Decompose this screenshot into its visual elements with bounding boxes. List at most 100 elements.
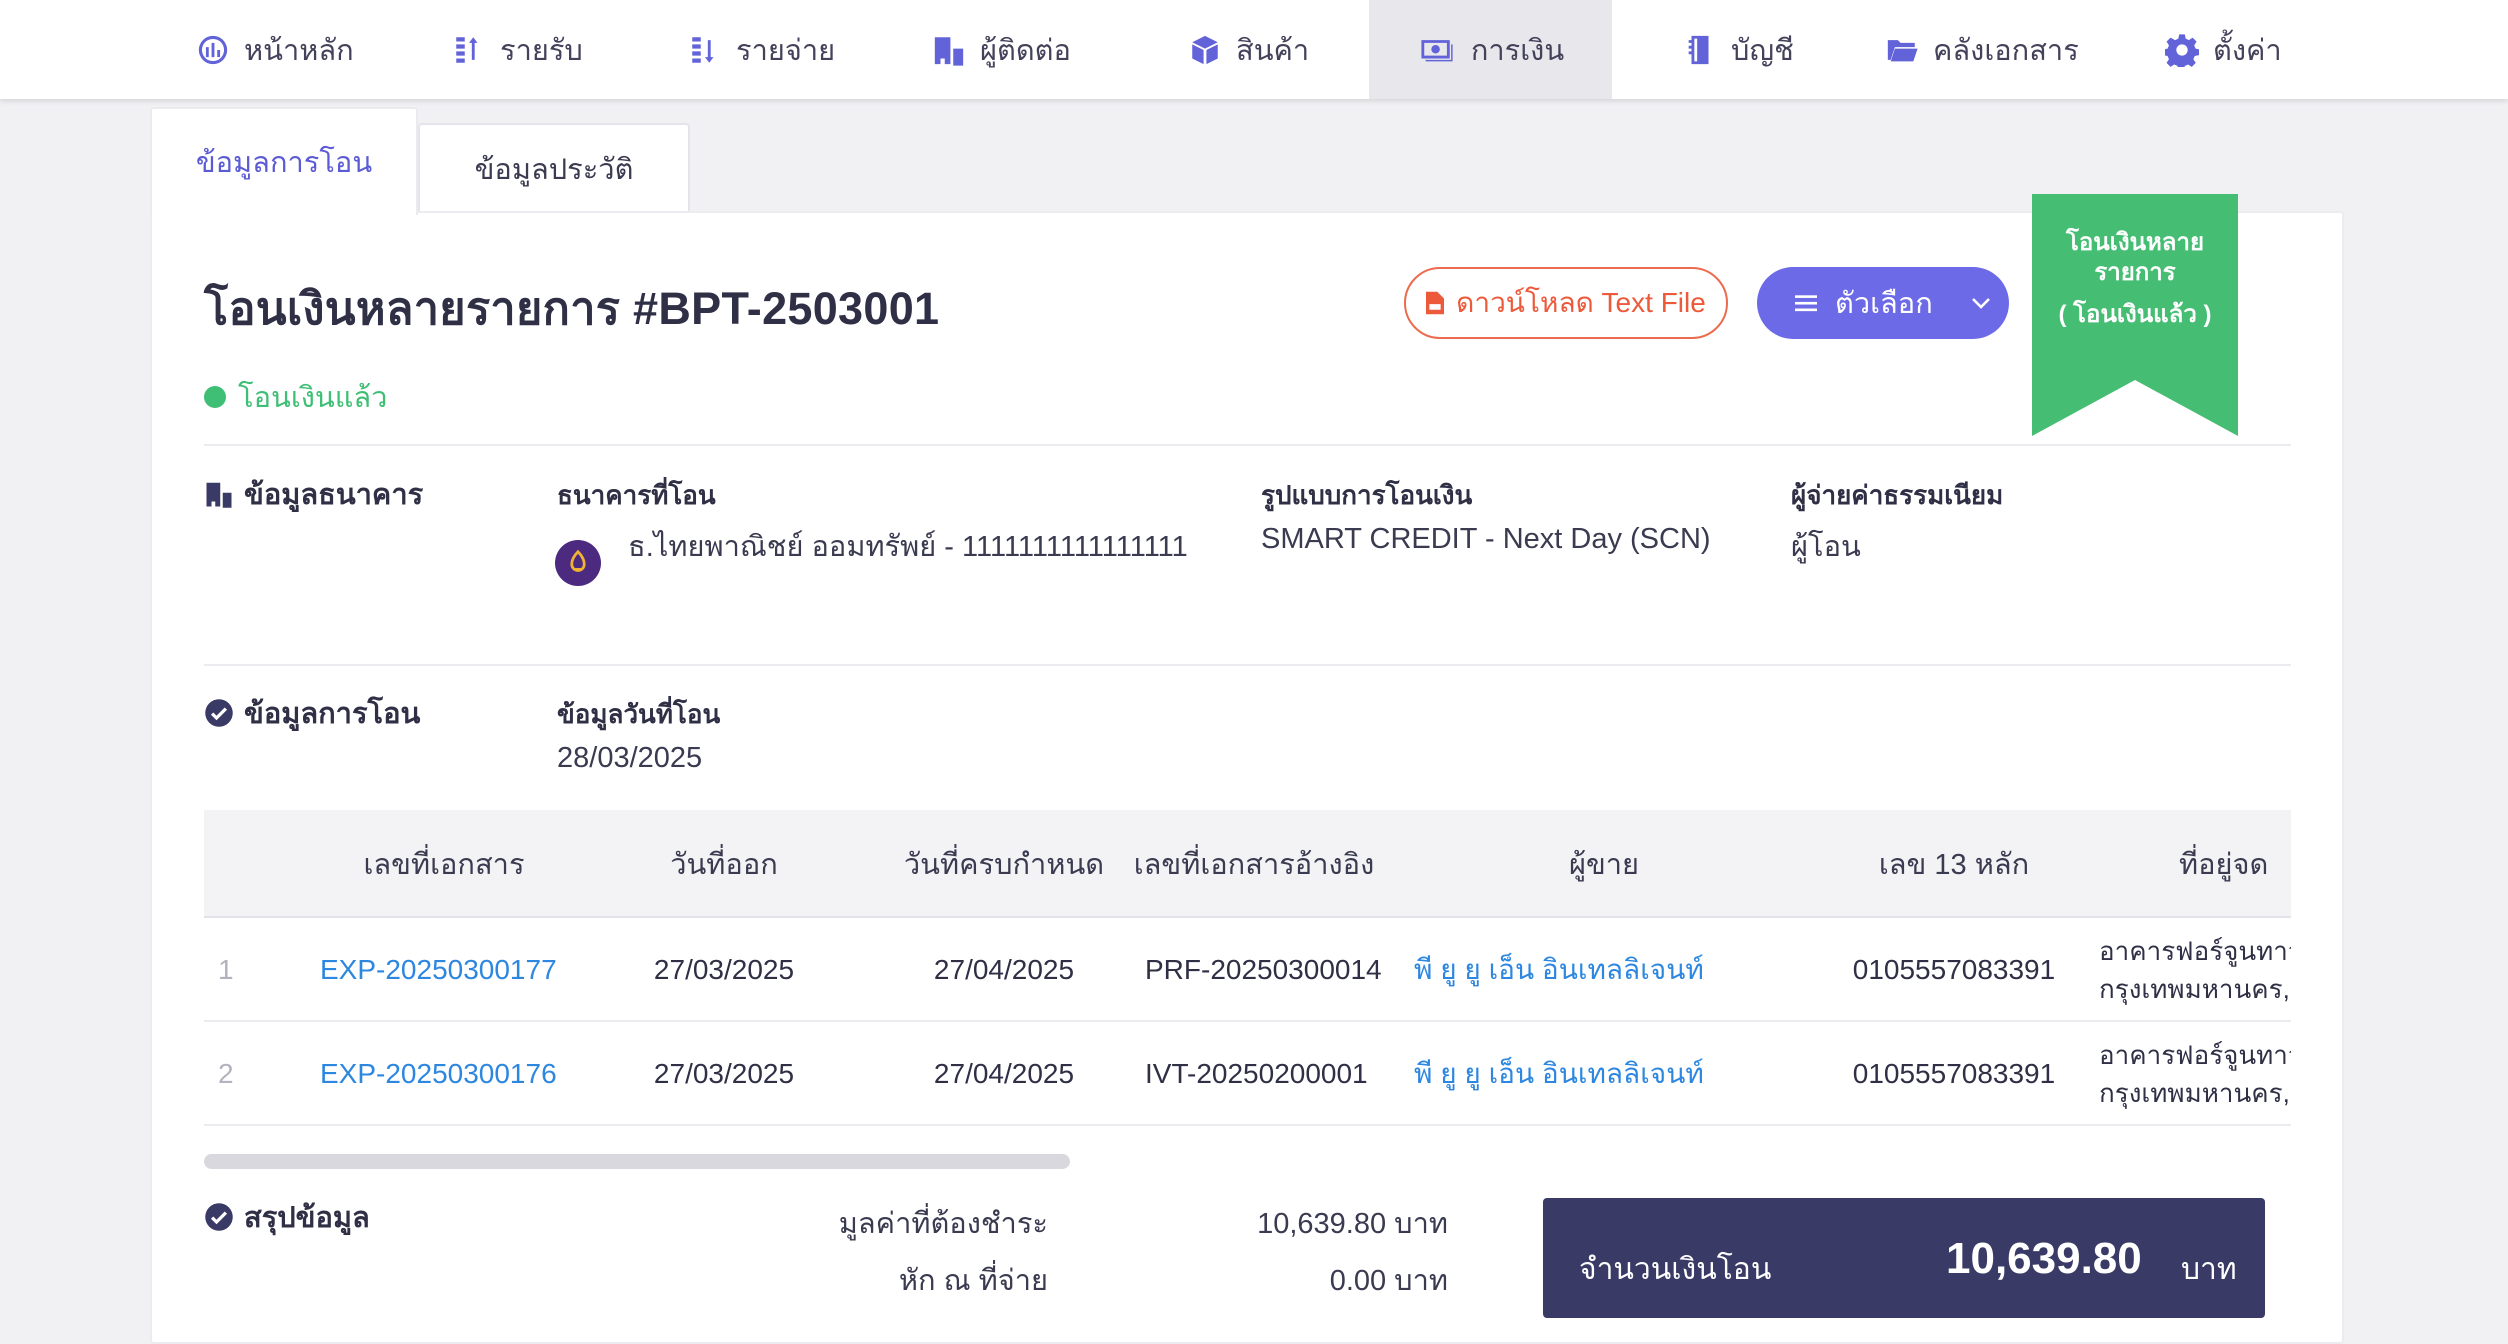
tab-label: ข้อมูลการโอน (195, 147, 373, 179)
address-line-1: อาคารฟอร์จูนทาวน์ (2099, 936, 2291, 966)
tab-history[interactable]: ข้อมูลประวัติ (418, 123, 690, 213)
address-line-2: กรุงเทพมหานคร, 1 (2099, 1078, 2291, 1108)
withholding-label: หัก ณ ที่จ่าย (898, 1265, 1048, 1297)
download-text-file-button[interactable]: ดาวน์โหลด Text File (1404, 267, 1728, 339)
menu-lines-icon (1795, 295, 1817, 312)
tab-transfer-info[interactable]: ข้อมูลการโอน (150, 107, 418, 215)
column-header-issue-date[interactable]: วันที่ออก (624, 810, 824, 918)
column-header-tax-id[interactable]: เลข 13 หลัก (1854, 810, 2054, 918)
status-dot (204, 386, 226, 408)
text-file-icon (1426, 291, 1445, 315)
top-navigation: หน้าหลัก รายรับ รายจ่าย ผู้ติดต่อ สินค้า… (0, 0, 2508, 99)
summary-section-title: สรุปข้อมูล (204, 1194, 370, 1240)
transfer-total-box: จำนวนเงินโอน 10,639.80 บาท (1543, 1198, 2265, 1318)
tab-label: ข้อมูลประวัติ (474, 154, 634, 186)
column-header-doc-no[interactable]: เลขที่เอกสาร (324, 810, 564, 918)
vendor-link[interactable]: พี ยู ยู เอ็น อินเทลลิเจนท์ (1414, 918, 1704, 1022)
nav-item-products[interactable]: สินค้า (1188, 0, 1309, 99)
total-value: 10,639.80 (1946, 1234, 2142, 1283)
document-link[interactable]: EXP-20250300176 (320, 1022, 557, 1126)
section-title-text: สรุปข้อมูล (244, 1202, 370, 1234)
tax-id: 0105557083391 (1852, 1058, 2056, 1089)
dashboard-icon (198, 35, 228, 64)
nav-label: ผู้ติดต่อ (980, 34, 1071, 67)
gear-icon (2165, 33, 2199, 67)
scb-bank-logo-icon (555, 540, 601, 586)
contacts-icon (934, 36, 964, 66)
nav-item-accounting[interactable]: บัญชี (1683, 0, 1794, 99)
divider (204, 444, 2291, 446)
nav-item-finance[interactable]: การเงิน (1369, 0, 1612, 99)
table-row: 1 EXP-20250300177 27/03/2025 27/04/2025 … (204, 918, 2291, 1022)
fee-payer-label: ผู้จ่ายค่าธรรมเนียม (1791, 480, 2004, 510)
table-header: เลขที่เอกสาร วันที่ออก วันที่ครบกำหนด เล… (204, 810, 2291, 918)
column-header-vendor[interactable]: ผู้ขาย (1504, 810, 1704, 918)
check-circle-icon (205, 699, 233, 727)
check-circle-icon (205, 1203, 233, 1231)
withholding-value: 0.00 บาท (1329, 1265, 1448, 1297)
status-ribbon: โอนเงินหลาย รายการ ( โอนเงินแล้ว ) (2032, 194, 2238, 436)
nav-item-expense[interactable]: รายจ่าย (688, 0, 835, 99)
tax-id: 0105557083391 (1852, 954, 2056, 985)
nav-item-documents[interactable]: คลังเอกสาร (1885, 0, 2079, 99)
download-label: ดาวน์โหลด Text File (1456, 287, 1706, 318)
vendor-link[interactable]: พี ยู ยู เอ็น อินเทลลิเจนท์ (1414, 1022, 1704, 1126)
nav-label: สินค้า (1236, 34, 1310, 67)
address-line-2: กรุงเทพมหานคร, 1 (2099, 974, 2291, 1004)
issue-date: 27/03/2025 (653, 1058, 795, 1089)
reference-doc: IVT-20250200001 (1145, 1058, 1368, 1089)
table-horizontal-scrollbar[interactable] (204, 1154, 1070, 1169)
reference-doc: PRF-20250300014 (1145, 954, 1382, 985)
column-header-address[interactable]: ที่อยู่จด (2179, 810, 2291, 918)
building-icon (206, 482, 232, 508)
folder-icon (1887, 39, 1918, 61)
nav-item-contacts[interactable]: ผู้ติดต่อ (932, 0, 1071, 99)
nav-label: บัญชี (1731, 34, 1794, 67)
options-dropdown-button[interactable]: ตัวเลือก (1757, 267, 2009, 339)
ribbon-status: ( โอนเงินแล้ว ) (2058, 301, 2212, 328)
total-unit: บาท (2181, 1253, 2237, 1286)
money-icon (1421, 39, 1453, 61)
transfer-section-title: ข้อมูลการโอน (204, 690, 420, 736)
expense-icon (692, 36, 714, 63)
transfer-date-label: ข้อมูลวันที่โอน (557, 699, 721, 729)
table-row: 2 EXP-20250300176 27/03/2025 27/04/2025 … (204, 1022, 2291, 1126)
section-title-text: ข้อมูลการโอน (244, 698, 421, 730)
column-header-due-date[interactable]: วันที่ครบกำหนด (884, 810, 1124, 918)
divider (204, 664, 2291, 666)
row-index: 2 (218, 1058, 234, 1089)
nav-label: คลังเอกสาร (1933, 34, 2079, 67)
total-label: จำนวนเงินโอน (1579, 1253, 1772, 1286)
amount-due-value: 10,639.80 บาท (1257, 1208, 1448, 1240)
issue-date: 27/03/2025 (653, 954, 795, 985)
product-box-icon (1192, 35, 1218, 64)
nav-label: หน้าหลัก (244, 34, 354, 67)
document-link[interactable]: EXP-20250300177 (320, 918, 557, 1022)
section-title-text: ข้อมูลธนาคาร (244, 479, 424, 511)
amount-due-label: มูลค่าที่ต้องชำระ (838, 1208, 1048, 1240)
due-date: 27/04/2025 (933, 954, 1075, 985)
address-line-1: อาคารฟอร์จูนทาวน์ (2099, 1040, 2291, 1070)
address: อาคารฟอร์จูนทาวน์ กรุงเทพมหานคร, 1 (2099, 1022, 2291, 1126)
bank-account-value: ธ.ไทยพาณิชย์ ออมทรัพย์ - 111111111111111… (628, 523, 1208, 593)
bank-section-title: ข้อมูลธนาคาร (204, 471, 423, 517)
chevron-down-icon (1971, 298, 1990, 309)
address: อาคารฟอร์จูนทาวน์ กรุงเทพมหานคร, 1 (2099, 918, 2291, 1022)
status-text: โอนเงินแล้ว (238, 382, 388, 414)
column-header-reference[interactable]: เลขที่เอกสารอ้างอิง (1124, 810, 1384, 918)
nav-label: รายรับ (500, 34, 583, 67)
nav-item-dashboard[interactable]: หน้าหลัก (196, 0, 354, 99)
documents-table: เลขที่เอกสาร วันที่ออก วันที่ครบกำหนด เล… (204, 810, 2291, 1126)
bank-label: ธนาคารที่โอน (557, 480, 716, 510)
nav-label: รายจ่าย (736, 34, 836, 67)
ribbon-line-2: รายการ (2094, 259, 2176, 286)
transfer-detail-card (150, 211, 2344, 1344)
options-label: ตัวเลือก (1835, 288, 1933, 320)
nav-label: การเงิน (1470, 34, 1565, 67)
transfer-method-value: SMART CREDIT - Next Day (SCN) (1261, 523, 1711, 555)
bank-account-text: ธ.ไทยพาณิชย์ ออมทรัพย์ - 111111111111111… (628, 531, 1188, 563)
nav-item-settings[interactable]: ตั้งค่า (2165, 0, 2282, 99)
nav-item-income[interactable]: รายรับ (452, 0, 583, 99)
ribbon-line-1: โอนเงินหลาย (2065, 229, 2205, 256)
income-icon (456, 36, 478, 63)
